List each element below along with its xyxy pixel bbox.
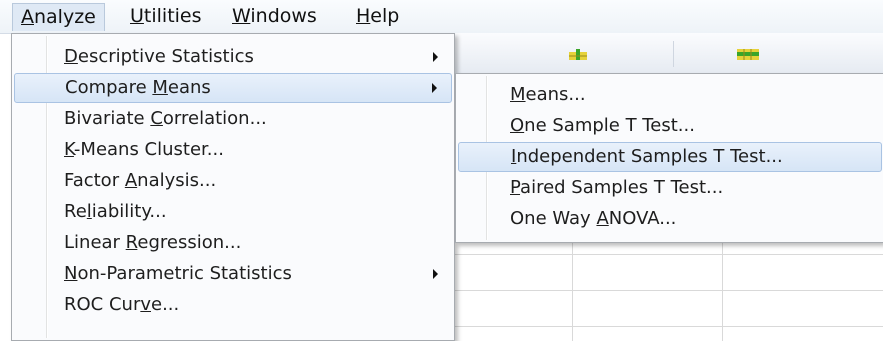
menu-item-kmeans-cluster[interactable]: K-Means Cluster... — [14, 135, 452, 165]
menu-item-descriptive-statistics[interactable]: Descriptive Statistics — [14, 42, 452, 72]
insert-case-icon[interactable] — [737, 49, 759, 60]
toolbar-separator — [673, 41, 674, 67]
menu-item-independent-samples-t-test[interactable]: Independent Samples T Test... — [458, 142, 882, 172]
menu-item-factor-analysis[interactable]: Factor Analysis... — [14, 166, 452, 196]
submenu-arrow-icon — [433, 269, 438, 279]
menu-item-compare-means[interactable]: Compare Means — [14, 73, 452, 103]
menu-help[interactable]: Help — [348, 3, 407, 31]
insert-variable-icon[interactable] — [569, 49, 587, 60]
menu-item-reliability[interactable]: Reliability... — [14, 197, 452, 227]
menu-item-paired-samples-t-test[interactable]: Paired Samples T Test... — [458, 173, 882, 203]
menu-item-means[interactable]: Means... — [458, 80, 882, 110]
menu-item-linear-regression[interactable]: Linear Regression... — [14, 228, 452, 258]
menu-utilities[interactable]: Utilities — [122, 3, 210, 31]
toolbar — [455, 33, 883, 74]
menu-item-non-parametric-statistics[interactable]: Non-Parametric Statistics — [14, 259, 452, 289]
menu-item-roc-curve[interactable]: ROC Curve... — [14, 290, 452, 320]
compare-means-submenu: Means... One Sample T Test... Independen… — [455, 73, 883, 243]
menu-item-bivariate-correlation[interactable]: Bivariate Correlation... — [14, 104, 452, 134]
analyze-dropdown: Descriptive Statistics Compare Means Biv… — [11, 33, 455, 341]
menu-item-one-sample-t-test[interactable]: One Sample T Test... — [458, 111, 882, 141]
menu-bar: Analyze Utilities Windows Help — [0, 0, 883, 34]
submenu-arrow-icon — [432, 83, 437, 93]
menu-analyze[interactable]: Analyze — [12, 3, 105, 31]
submenu-arrow-icon — [433, 52, 438, 62]
menu-windows[interactable]: Windows — [224, 3, 325, 31]
menu-item-one-way-anova[interactable]: One Way ANOVA... — [458, 204, 882, 234]
